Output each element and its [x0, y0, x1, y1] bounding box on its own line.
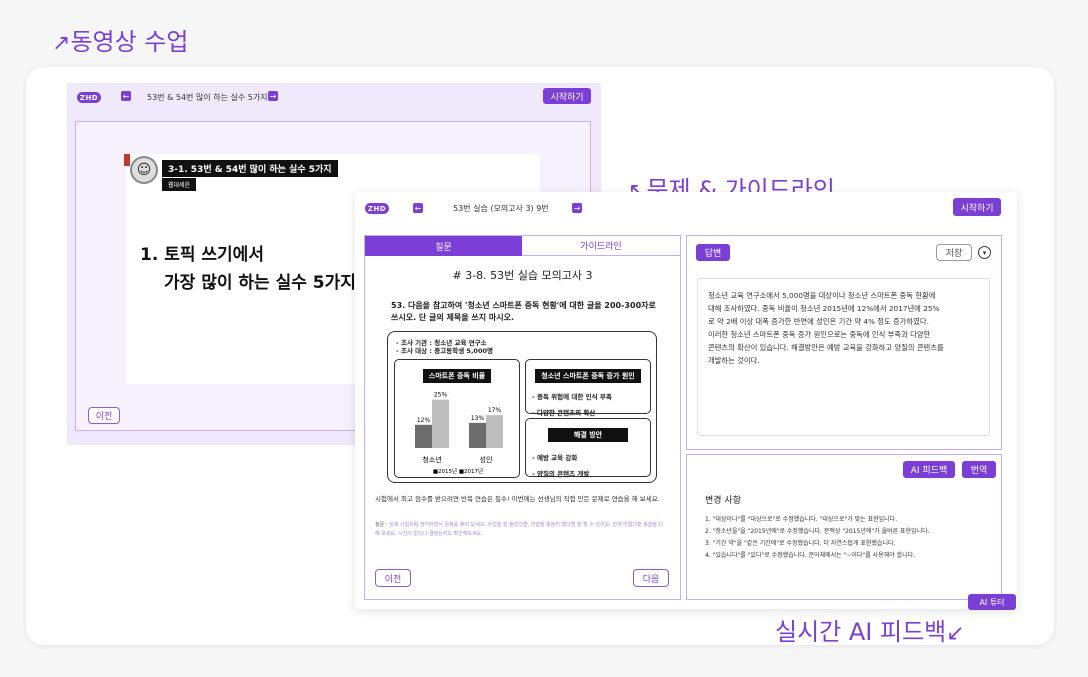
problem-heading: # 3-8. 53번 실습 모의고사 3	[452, 269, 593, 282]
answer-line: 개발하는 것이다.	[708, 356, 760, 365]
logo[interactable]: ZHD	[77, 92, 101, 103]
next-button[interactable]: 다음	[633, 569, 669, 587]
chart-legend: ■2015년 ■2017년	[433, 467, 483, 475]
slide-line-2: 가장 많이 하는 실수 5가지	[164, 273, 356, 293]
solution-title-wrap: 해결 방안	[526, 422, 650, 442]
category-label: 청소년	[422, 455, 441, 464]
bar-chart: 12% 25% 청소년 13%17% 성인 ■2015년 ■2017년	[415, 392, 503, 475]
cause-item: - 다양한 콘텐츠의 확산	[532, 409, 596, 417]
answer-line: 콘텐츠의 확산이 있습니다. 해결방안은 예방 교육을 강화하고 양질의 콘텐츠…	[708, 343, 944, 352]
answer-tab[interactable]: 답변	[696, 244, 730, 261]
data-label: 12%	[417, 417, 431, 424]
forward-arrow-icon[interactable]: →	[268, 91, 278, 101]
problem-figure: - 조사 기관 : 청소년 교육 연구소 - 조사 대상 : 중고등학생 5,0…	[387, 331, 657, 483]
ai-feedback-button[interactable]: AI 피드백	[903, 461, 955, 478]
solution-box: 해결 방안 - 예방 교육 강화 - 양질의 콘텐츠 개발	[525, 418, 651, 478]
avatar: ☺	[130, 156, 158, 184]
answer-textarea[interactable]: 청소년 교육 연구소에서 5,000명을 대상이나 청소년 스마트폰 중독 현황…	[697, 278, 990, 436]
translate-button[interactable]: 번역	[962, 461, 996, 478]
bar	[432, 399, 449, 448]
data-label: 17%	[488, 407, 502, 414]
red-marker	[124, 154, 130, 166]
start-button[interactable]: 시작하기	[953, 198, 1001, 216]
prev-button[interactable]: 이전	[375, 569, 411, 587]
back-arrow-icon[interactable]: ←	[121, 91, 131, 101]
problem-prompt: 53. 다음을 참고하여 '청소년 스마트폰 중독 현황'에 대한 글을 200…	[391, 301, 656, 322]
chart-box: 스마트폰 중독 비율 12% 25% 청소년 13% 17% 성인 ■2015년 ■2017…	[394, 359, 520, 478]
lesson-title: 53번 & 54번 많이 하는 실수 5가지	[147, 93, 268, 102]
prev-button[interactable]: 이전	[88, 407, 120, 424]
cause-item: - 중독 위험에 대한 인식 부족	[532, 393, 612, 401]
feedback-panel: AI 피드백 번역 변경 사항 1. "대상이나"를 "대상으로"로 수정했습니…	[686, 454, 1002, 600]
cause-title-wrap: 청소년 스마트폰 중독 증가 원인	[526, 363, 650, 383]
changes-title: 변경 사항	[705, 496, 741, 506]
note2-prefix: 질문 :	[375, 522, 388, 528]
chevron-down-icon[interactable]: ▾	[978, 246, 991, 259]
bar	[469, 422, 486, 448]
ai-tutor-badge[interactable]: AI 튜터	[968, 594, 1016, 610]
answer-line: 대해 조사하였다. 중독 비율이 청소년 2015년에 12%에서 2017년에…	[708, 304, 940, 313]
change-item: 3. "기간 약"을 "같은 기간에"로 수정했습니다. 더 자연스럽게 표현했…	[705, 540, 896, 547]
tab-guideline[interactable]: 가이드라인	[522, 236, 680, 256]
note2-text: 실제 시험처럼 생각하면서 문제를 풀어 보세요. 수업을 잘 들었다면, 연습…	[375, 522, 664, 537]
cause-box: 청소년 스마트폰 중독 증가 원인 - 중독 위험에 대한 인식 부족 - 다양…	[525, 359, 651, 417]
change-item: 2. "청소년을"을 "2015년에"로 수정했습니다. 문맥상 "2015년에…	[705, 528, 930, 535]
answer-line: 이러한 청소년 스마트폰 중독 증가 원인으로는 중독에 인식 부족과 다양한	[708, 330, 931, 339]
slide-line-1: 1. 토픽 쓰기에서	[140, 245, 264, 265]
solution-item: - 양질의 콘텐츠 개발	[532, 470, 590, 478]
video-toolbar: ZHD ← 53번 & 54번 많이 하는 실수 5가지 → 시작하기	[67, 83, 601, 111]
solution-title: 해결 방안	[547, 428, 629, 442]
practice-note-2: 질문 : 실제 시험처럼 생각하면서 문제를 풀어 보세요. 수업을 잘 들었다…	[375, 521, 665, 539]
curved-arrow-icon: ↗	[52, 31, 71, 56]
bar	[486, 415, 503, 448]
answer-line: 청소년 교육 연구소에서 5,000명을 대상이나 청소년 스마트폰 중독 현황…	[708, 291, 936, 300]
solution-item: - 예방 교육 강화	[532, 454, 578, 462]
data-label: 25%	[434, 392, 448, 399]
realtime-feedback-label: 실시간 AI 피드백↙	[775, 618, 965, 646]
changes-list: 1. "대상이나"를 "대상으로"로 수정했습니다. "대상으로"가 맞는 표현…	[705, 514, 995, 562]
change-item: 1. "대상이나"를 "대상으로"로 수정했습니다. "대상으로"가 맞는 표현…	[705, 516, 898, 523]
category-label: 성인	[480, 455, 493, 464]
video-lesson-label: ↗동영상 수업	[52, 28, 189, 56]
start-button[interactable]: 시작하기	[543, 88, 591, 104]
save-button[interactable]: 저장	[936, 244, 972, 261]
bar	[415, 424, 432, 448]
slide-heading: 3-1. 53번 & 54번 많이 하는 실수 5가지	[162, 160, 338, 177]
problem-title: 53번 실습 (모의고사 3) 9번	[453, 204, 549, 213]
slide-tag: 웹대세윤	[162, 178, 197, 191]
data-label: 13%	[471, 415, 485, 422]
forward-arrow-icon[interactable]: →	[572, 203, 582, 213]
practice-note: 시험에서 최고 점수를 받으려면 반복 연습은 필수! 이번에는 선생님의 직접…	[375, 495, 660, 503]
survey-target: - 조사 대상 : 중고등학생 5,000명	[396, 347, 493, 355]
answer-line: 로 약 2배 이상 대폭 증가한 반면에 성인은 기간 약 4% 정도 증가하였…	[708, 317, 929, 326]
logo[interactable]: ZHD	[365, 203, 389, 214]
problem-window: ZHD ← 53번 실습 (모의고사 3) 9번 → 시작하기 질문 가이드라인…	[355, 192, 1017, 609]
question-panel: 질문 가이드라인 # 3-8. 53번 실습 모의고사 3 53. 다음을 참고…	[364, 235, 681, 600]
back-arrow-icon[interactable]: ←	[413, 203, 423, 213]
answer-panel: 답변 저장 ▾ 청소년 교육 연구소에서 5,000명을 대상이나 청소년 스마…	[686, 235, 1002, 450]
tab-question[interactable]: 질문	[365, 236, 522, 256]
curved-arrow-icon: ↙	[946, 621, 965, 646]
change-item: 4. "있습니다"를 "있다"로 수정했습니다. 문어체에서는 "~이다"를 사…	[705, 552, 916, 559]
cause-title: 청소년 스마트폰 중독 증가 원인	[535, 369, 641, 383]
